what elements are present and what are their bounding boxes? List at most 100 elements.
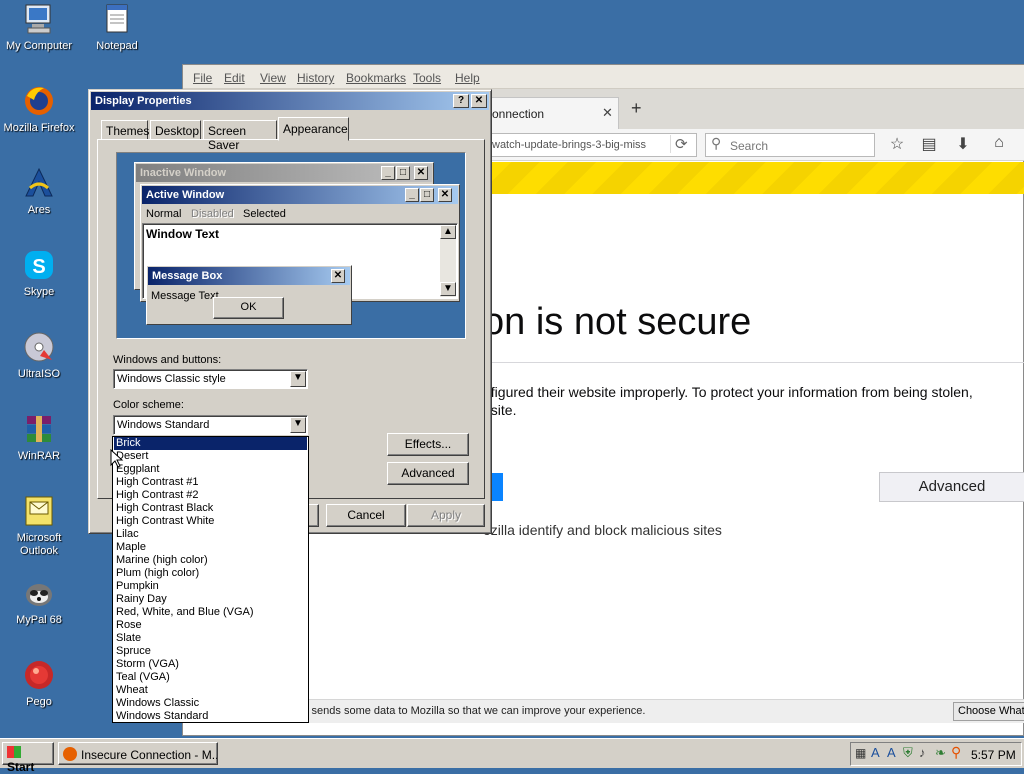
help-icon[interactable]: ? — [453, 94, 469, 108]
desktop-icon-mypal[interactable]: MyPal 68 — [0, 576, 78, 627]
ares-tray-icon[interactable]: A — [871, 745, 880, 760]
tab-appearance[interactable]: Appearance — [278, 117, 349, 141]
list-item[interactable]: High Contrast Black — [114, 502, 307, 515]
chevron-down-icon[interactable]: ▼ — [290, 417, 306, 433]
tab-screen-saver[interactable]: Screen Saver — [203, 120, 277, 152]
desktop-icon-pego[interactable]: Pego — [0, 658, 78, 709]
choose-what-button[interactable]: Choose What — [953, 702, 1024, 721]
tab-desktop[interactable]: Desktop — [150, 120, 201, 140]
menu-edit[interactable]: Edit — [224, 71, 245, 85]
ultraiso-icon — [22, 330, 56, 364]
list-item[interactable]: Lilac — [114, 528, 307, 541]
firefox-icon — [22, 84, 56, 118]
reload-icon[interactable]: ⟳ — [670, 135, 688, 153]
error-description: nfigured their website improperly. To pr… — [483, 384, 973, 400]
browser-tab[interactable]: onnection ✕ — [483, 97, 619, 129]
close-icon[interactable]: ✕ — [471, 94, 487, 108]
icon-label: Ares — [27, 204, 51, 216]
color-scheme-dropdown-list[interactable]: Brick Desert Eggplant High Contrast #1 H… — [112, 436, 309, 723]
maximize-icon: □ — [396, 166, 410, 180]
volume-icon[interactable]: ♪ — [919, 745, 926, 760]
advanced-appearance-button[interactable]: Advanced — [387, 462, 469, 485]
icon-label: Microsoft Outlook — [16, 532, 62, 557]
list-item[interactable]: Red, White, and Blue (VGA) — [114, 606, 307, 619]
ares-icon — [22, 166, 56, 200]
preview-msgbox-title: Message Box — [148, 267, 350, 285]
list-item[interactable]: High Contrast #2 — [114, 489, 307, 502]
preview-window-text: Window Text — [146, 227, 219, 241]
desktop-icon-skype[interactable]: S Skype — [0, 248, 78, 299]
color-scheme-select[interactable]: Windows Standard ▼ — [113, 415, 308, 435]
advanced-button[interactable]: Advanced — [879, 472, 1024, 502]
list-item-brick[interactable]: Brick — [114, 437, 307, 450]
taskbar-item-firefox[interactable]: Insecure Connection - M... — [58, 742, 218, 765]
magnifier-icon[interactable]: ⚲ — [951, 744, 961, 761]
preview-menu-selected: Selected — [243, 208, 286, 220]
tab-close-icon[interactable]: ✕ — [602, 105, 613, 121]
chevron-down-icon[interactable]: ▼ — [290, 371, 306, 387]
taskbar-item-label: Insecure Connection - M... — [81, 748, 218, 762]
home-icon[interactable]: ⌂ — [987, 134, 1011, 156]
list-item[interactable]: Marine (high color) — [114, 554, 307, 567]
bookmark-star-icon[interactable]: ☆ — [885, 134, 909, 156]
icon-label: MyPal 68 — [16, 614, 62, 626]
apply-button[interactable]: Apply — [407, 504, 485, 527]
list-item[interactable]: Rainy Day — [114, 593, 307, 606]
menu-file[interactable]: File — [193, 71, 212, 85]
list-item[interactable]: Teal (VGA) — [114, 671, 307, 684]
menu-view[interactable]: View — [260, 71, 286, 85]
url-bar[interactable]: watch-update-brings-3-big-miss ⟳ — [483, 133, 697, 157]
desktop-icon-outlook[interactable]: Microsoft Outlook — [0, 494, 78, 558]
pego-icon — [22, 658, 56, 692]
list-item[interactable]: Windows Standard — [114, 710, 307, 723]
menu-bookmarks[interactable]: Bookmarks — [346, 71, 406, 85]
desktop-icon-firefox[interactable]: Mozilla Firefox — [0, 84, 78, 135]
tab-themes[interactable]: Themes — [101, 120, 149, 140]
menu-tools[interactable]: Tools — [413, 71, 441, 85]
reading-list-icon[interactable]: ▤ — [917, 134, 941, 156]
list-item[interactable]: Wheat — [114, 684, 307, 697]
list-item[interactable]: Rose — [114, 619, 307, 632]
list-item[interactable]: Storm (VGA) — [114, 658, 307, 671]
ares-tray-icon-2[interactable]: A — [887, 745, 896, 760]
list-item[interactable]: Spruce — [114, 645, 307, 658]
list-item[interactable]: Maple — [114, 541, 307, 554]
desktop-icon-my-computer[interactable]: My Computer — [0, 2, 78, 53]
network-icon[interactable]: ▦ — [855, 746, 866, 760]
list-item[interactable]: Pumpkin — [114, 580, 307, 593]
list-item[interactable]: High Contrast White — [114, 515, 307, 528]
scroll-down-icon: ▼ — [440, 282, 456, 296]
system-tray: ▦ A A ⛨ ♪ ❧ ⚲ 5:57 PM — [850, 742, 1022, 766]
windows-buttons-select[interactable]: Windows Classic style ▼ — [113, 369, 308, 389]
list-item[interactable]: Slate — [114, 632, 307, 645]
preview-menu-disabled: Disabled — [191, 208, 234, 220]
data-notice-bar: y sends some data to Mozilla so that we … — [183, 699, 1024, 723]
icon-label: Mozilla Firefox — [3, 122, 75, 134]
shield-icon[interactable]: ⛨ — [903, 745, 913, 761]
cancel-button[interactable]: Cancel — [326, 504, 406, 527]
color-scheme-label: Color scheme: — [113, 399, 184, 411]
download-icon[interactable]: ⬇ — [951, 134, 975, 156]
menu-history[interactable]: History — [297, 71, 334, 85]
desktop-icon-winrar[interactable]: WinRAR — [0, 412, 78, 463]
report-text: ozilla identify and block malicious site… — [483, 522, 722, 538]
start-label: Start — [7, 760, 35, 774]
leaf-icon[interactable]: ❧ — [935, 745, 946, 761]
effects-button[interactable]: Effects... — [387, 433, 469, 456]
desktop-icon-ares[interactable]: Ares — [0, 166, 78, 217]
new-tab-icon[interactable]: + — [631, 98, 642, 119]
desktop-icon-ultraiso[interactable]: UltraISO — [0, 330, 78, 381]
list-item[interactable]: Windows Classic — [114, 697, 307, 710]
menu-help[interactable]: Help — [455, 71, 480, 85]
firefox-icon — [63, 747, 77, 761]
search-input[interactable]: ⚲ Search — [705, 133, 875, 157]
list-item[interactable]: High Contrast #1 — [114, 476, 307, 489]
list-item[interactable]: Desert — [114, 450, 307, 463]
start-button[interactable]: Start — [2, 742, 54, 774]
scroll-up-icon: ▲ — [440, 225, 456, 239]
list-item[interactable]: Plum (high color) — [114, 567, 307, 580]
list-item[interactable]: Eggplant — [114, 463, 307, 476]
desktop-icon-notepad[interactable]: Notepad — [78, 2, 156, 53]
dialog-titlebar[interactable]: Display Properties — [91, 92, 489, 110]
clock[interactable]: 5:57 PM — [971, 748, 1016, 762]
